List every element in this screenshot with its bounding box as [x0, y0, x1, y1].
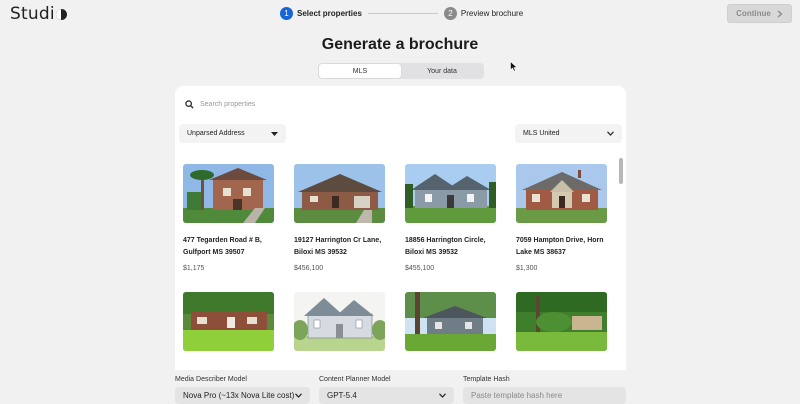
listing-card[interactable] — [286, 282, 391, 370]
listing-photo — [516, 164, 607, 223]
grid-scrollbar[interactable] — [619, 156, 624, 368]
mls-select-value: MLS United — [523, 130, 560, 137]
settings-bar: Media Describer Model Nova Pro (~13x Nov… — [0, 370, 800, 404]
listing-grid: 477 Tegarden Road # B, Gulfport MS 39507… — [175, 154, 613, 370]
chevron-right-icon — [777, 9, 783, 18]
search-icon — [185, 99, 194, 109]
step-1-circle: 1 — [280, 7, 293, 20]
template-hash-placeholder: Paste template hash here — [471, 391, 563, 400]
listing-card[interactable]: 7059 Hampton Drive, Horn Lake MS 38637 $… — [508, 154, 613, 276]
mouse-pointer-icon — [510, 61, 518, 72]
listing-photo — [516, 292, 607, 351]
listing-price: $456,100 — [294, 265, 324, 272]
listing-address: 18856 Harrington Circle, Biloxi MS 39532 — [405, 237, 486, 256]
scrollbar-thumb[interactable] — [619, 158, 623, 184]
continue-label: Continue — [736, 9, 771, 18]
progress-steps: 1 Select properties 2 Preview brochure — [280, 7, 523, 20]
studio-logo[interactable]: Studi — [10, 4, 67, 24]
mls-source-select[interactable]: MLS United — [515, 124, 622, 143]
listing-card[interactable] — [508, 282, 613, 370]
listing-price: $1,175 — [183, 265, 205, 272]
listing-card[interactable]: 18856 Harrington Circle, Biloxi MS 39532… — [397, 154, 502, 276]
listing-address: 7059 Hampton Drive, Horn Lake MS 38637 — [516, 237, 604, 256]
listing-card[interactable]: 477 Tegarden Road # B, Gulfport MS 39507… — [175, 154, 280, 276]
planner-model-select[interactable]: GPT-5.4 — [319, 387, 454, 404]
listing-photo — [183, 164, 274, 223]
listing-card[interactable] — [175, 282, 280, 370]
toggle-mls[interactable]: MLS — [319, 64, 401, 78]
media-model-value: Nova Pro (~13x Nova Lite cost) — [183, 391, 295, 400]
media-model-select[interactable]: Nova Pro (~13x Nova Lite cost) — [175, 387, 310, 404]
chevron-down-icon — [607, 131, 614, 136]
logo-o-icon — [55, 9, 67, 20]
template-hash-input[interactable]: Paste template hash here — [463, 387, 626, 404]
listing-grid-viewport: 477 Tegarden Road # B, Gulfport MS 39507… — [175, 154, 626, 370]
template-hash-label: Template Hash — [463, 376, 510, 383]
address-field-select[interactable]: Unparsed Address — [179, 124, 286, 143]
listing-photo — [405, 164, 496, 223]
search-input[interactable]: Search properties — [200, 101, 255, 108]
logo-text: Studi — [10, 4, 55, 24]
step-2-label: Preview brochure — [460, 9, 524, 18]
source-toggle: MLS Your data — [318, 63, 484, 79]
listing-card[interactable] — [397, 282, 502, 370]
step-2-circle: 2 — [443, 7, 457, 20]
planner-model-label: Content Planner Model — [319, 376, 391, 383]
listing-price: $455,100 — [405, 265, 435, 272]
caret-down-icon — [271, 131, 278, 136]
top-bar: Studi 1 Select properties 2 Preview broc… — [0, 0, 800, 28]
listing-photo — [294, 292, 385, 351]
step-divider — [367, 13, 438, 14]
media-model-label: Media Describer Model — [175, 376, 247, 383]
listing-address: 477 Tegarden Road # B, Gulfport MS 39507 — [183, 237, 262, 256]
listing-card[interactable]: 19127 Harrington Cr Lane, Biloxi MS 3953… — [286, 154, 391, 276]
search-bar[interactable]: Search properties — [185, 95, 255, 113]
listing-photo — [405, 292, 496, 351]
step-1-label: Select properties — [297, 9, 362, 18]
chevron-down-icon — [439, 393, 446, 398]
chevron-down-icon — [295, 393, 302, 398]
listing-price: $1,300 — [516, 265, 538, 272]
filter-row: Unparsed Address MLS United — [175, 124, 626, 144]
address-select-value: Unparsed Address — [187, 130, 245, 137]
planner-model-value: GPT-5.4 — [327, 391, 357, 400]
toggle-your-data[interactable]: Your data — [401, 64, 483, 78]
listing-photo — [183, 292, 274, 351]
listing-address: 19127 Harrington Cr Lane, Biloxi MS 3953… — [294, 237, 382, 256]
continue-button[interactable]: Continue — [727, 4, 792, 23]
page-title: Generate a brochure — [321, 36, 479, 53]
listing-photo — [294, 164, 385, 223]
